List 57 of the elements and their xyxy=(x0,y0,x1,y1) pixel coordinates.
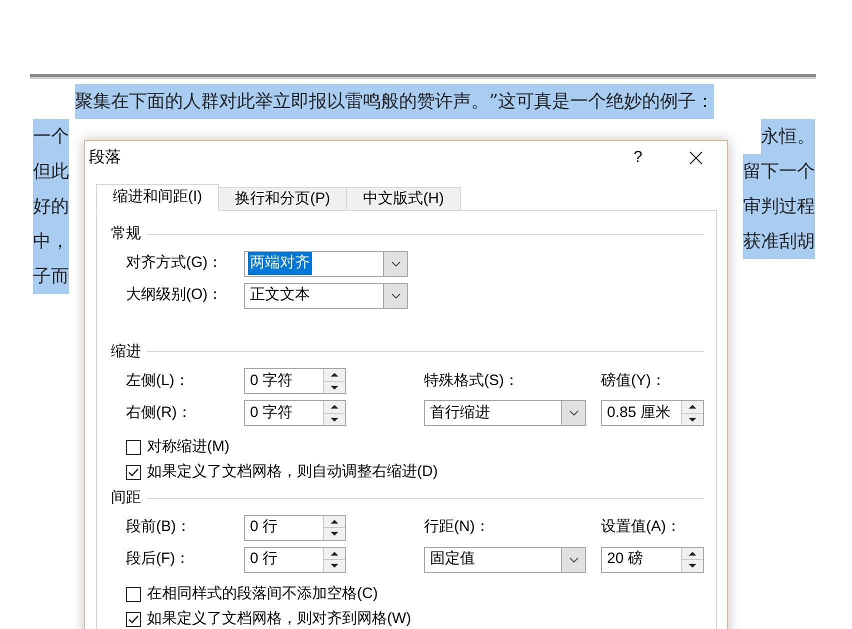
document-text: 获准刮胡 xyxy=(743,224,815,259)
checkbox-label: 对称缩进(M) xyxy=(147,437,230,458)
field-label: 特殊格式(S)： xyxy=(424,370,520,391)
document-text: 审判过程 xyxy=(743,189,815,224)
document-text: 中， xyxy=(33,224,69,259)
document-text: 好的 xyxy=(33,189,69,224)
spin-field[interactable]: 0 行 xyxy=(244,514,346,540)
checkbox-label: 如果定义了文档网格，则自动调整右缩进(D) xyxy=(147,462,438,482)
document-text: 一个 xyxy=(33,119,69,154)
field-label: 对齐方式(G)： xyxy=(126,253,224,274)
close-icon[interactable] xyxy=(689,151,703,165)
document-text: 聚集在下面的人群对此举立即报以雷鸣般的赞许声。”这可真是一个绝妙的例子： xyxy=(75,84,714,119)
spin-field[interactable]: 0.85 厘米 xyxy=(601,400,704,426)
spin-field[interactable]: 0 字符 xyxy=(244,368,346,394)
caret-icon xyxy=(568,556,578,562)
check-icon xyxy=(128,614,139,624)
dropdown[interactable]: 正文文本 xyxy=(244,282,408,308)
checkbox[interactable] xyxy=(126,612,141,626)
field-label: 设置值(A)： xyxy=(601,517,682,538)
section-heading: 常规 xyxy=(111,224,141,244)
dropdown[interactable]: 固定值 xyxy=(424,546,586,572)
dropdown-value: 首行缩进 xyxy=(429,402,491,423)
field-label: 磅值(Y)： xyxy=(601,370,667,391)
field-label: 右侧(R)： xyxy=(126,402,193,423)
tab[interactable]: 缩进和间距(I) xyxy=(96,184,220,211)
tab[interactable]: 换行和分页(P) xyxy=(218,187,348,211)
document-text: 子而 xyxy=(33,259,69,294)
window-title: 段落 xyxy=(89,148,122,168)
checkbox[interactable] xyxy=(126,586,141,602)
caret-icon xyxy=(390,260,400,266)
checkbox[interactable] xyxy=(126,440,141,455)
caret-icon xyxy=(390,292,400,298)
section-heading: 缩进 xyxy=(111,342,141,362)
check-icon xyxy=(128,468,139,477)
field-label: 行距(N)： xyxy=(424,517,491,538)
document-text: 但此 xyxy=(33,154,69,189)
checkbox[interactable] xyxy=(126,465,141,480)
section-heading: 间距 xyxy=(111,488,141,508)
field-label: 段后(F)： xyxy=(126,549,192,570)
caret-icon xyxy=(568,410,578,416)
dropdown-value: 两端对齐 xyxy=(248,252,312,275)
dropdown-value: 固定值 xyxy=(429,549,476,570)
field-label: 段前(B)： xyxy=(126,517,192,538)
document-text: 留下一个 xyxy=(743,154,815,189)
field-label: 大纲级别(O)： xyxy=(126,285,224,306)
tab[interactable]: 中文版式(H) xyxy=(346,187,461,211)
dropdown-value: 正文文本 xyxy=(249,285,311,306)
dropdown[interactable]: 两端对齐 xyxy=(244,250,408,276)
checkbox-label: 在相同样式的段落间不添加空格(C) xyxy=(147,584,378,604)
help-button[interactable]: ? xyxy=(623,143,653,173)
dropdown[interactable]: 首行缩进 xyxy=(424,400,586,426)
document-text: 永恒。 xyxy=(761,119,815,154)
spin-field[interactable]: 0 行 xyxy=(244,546,346,572)
spin-field[interactable]: 20 磅 xyxy=(601,546,704,572)
spin-field[interactable]: 0 字符 xyxy=(244,400,346,426)
checkbox-label: 如果定义了文档网格，则对齐到网格(W) xyxy=(147,608,412,629)
field-label: 左侧(L)： xyxy=(126,370,190,391)
